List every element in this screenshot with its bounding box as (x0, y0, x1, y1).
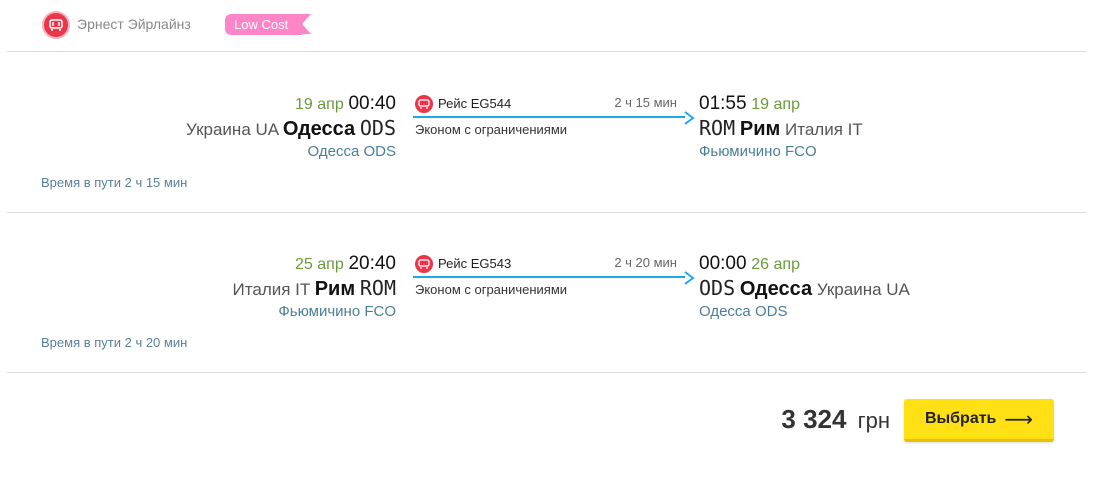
flight-segment-return: 25 апр 20:40 Италия IT Рим ROM Фьюмичино… (7, 213, 1086, 373)
arrival-location: ODS Одесса Украина UA (699, 276, 910, 301)
departure-date: 19 апр (295, 96, 344, 113)
airline-small-icon (415, 255, 433, 273)
departure-airport: Одесса ODS (307, 143, 396, 160)
arrival-location: ROM Рим Италия IT (699, 116, 863, 141)
arrival-datetime: 00:00 26 апр (699, 253, 800, 275)
arrival-time: 01:55 (699, 93, 747, 114)
price-currency: грн (857, 408, 890, 433)
fare-class: Эконом с ограничениями (415, 282, 568, 297)
airline-name: Эрнест Эйрлайнз (77, 16, 191, 32)
departure-country: Украина UA (186, 120, 279, 139)
arrival-date: 19 апр (751, 96, 800, 113)
arrival-time: 00:00 (699, 253, 747, 274)
flight-number: Рейс EG543 (438, 256, 512, 271)
offer-header: Эрнест Эйрлайнз Low Cost (7, 0, 1086, 52)
departure-time: 00:40 (348, 93, 396, 114)
total-travel-time: Время в пути 2 ч 15 мин (41, 175, 188, 190)
flight-offer-card: Эрнест Эйрлайнз Low Cost 19 апр 00:40 Ук… (7, 0, 1086, 477)
departure-time: 20:40 (348, 253, 396, 274)
arrival-airport: Одесса ODS (699, 303, 788, 320)
route-arrow-line (413, 116, 685, 118)
flight-route-info: Рейс EG543 2 ч 20 мин Эконом с ограничен… (413, 253, 695, 303)
departure-code: ODS (359, 116, 396, 140)
arrival-city: Рим (739, 118, 781, 140)
fare-class: Эконом с ограничениями (415, 122, 568, 137)
departure-code: ROM (359, 276, 396, 300)
arrival-city: Одесса (739, 278, 813, 300)
flight-segment-outbound: 19 апр 00:40 Украина UA Одесса ODS Одесс… (7, 53, 1086, 213)
airline-small-icon (415, 95, 433, 113)
offer-price: 3 324 грн (781, 404, 890, 435)
route-arrow-line (413, 276, 685, 278)
arrival-code: ROM (699, 116, 736, 140)
airline-logo-icon (42, 11, 70, 39)
price-amount: 3 324 (781, 404, 847, 434)
total-travel-time: Время в пути 2 ч 20 мин (41, 335, 188, 350)
arrow-right-icon: ⟶ (1004, 407, 1034, 431)
arrival-code: ODS (699, 276, 736, 300)
low-cost-badge: Low Cost (225, 14, 312, 35)
departure-city: Одесса (282, 118, 356, 140)
departure-datetime: 25 апр 20:40 (295, 253, 396, 275)
flight-route-info: Рейс EG544 2 ч 15 мин Эконом с ограничен… (413, 93, 695, 143)
departure-city: Рим (314, 278, 356, 300)
departure-airport: Фьюмичино FCO (278, 303, 396, 320)
arrival-country: Италия IT (785, 120, 863, 139)
select-button-label: Выбрать (924, 410, 997, 427)
departure-date: 25 апр (295, 256, 344, 273)
departure-location: Италия IT Рим ROM (233, 276, 396, 301)
arrival-date: 26 апр (751, 256, 800, 273)
select-offer-button[interactable]: Выбрать ⟶ (904, 399, 1054, 442)
flight-duration: 2 ч 20 мин (614, 255, 677, 270)
arrival-airport: Фьюмичино FCO (699, 143, 817, 160)
flight-number: Рейс EG544 (438, 96, 512, 111)
arrival-datetime: 01:55 19 апр (699, 93, 800, 115)
arrival-country: Украина UA (816, 280, 910, 299)
flight-duration: 2 ч 15 мин (614, 95, 677, 110)
departure-location: Украина UA Одесса ODS (186, 116, 396, 141)
departure-country: Италия IT (232, 280, 310, 299)
departure-datetime: 19 апр 00:40 (295, 93, 396, 115)
